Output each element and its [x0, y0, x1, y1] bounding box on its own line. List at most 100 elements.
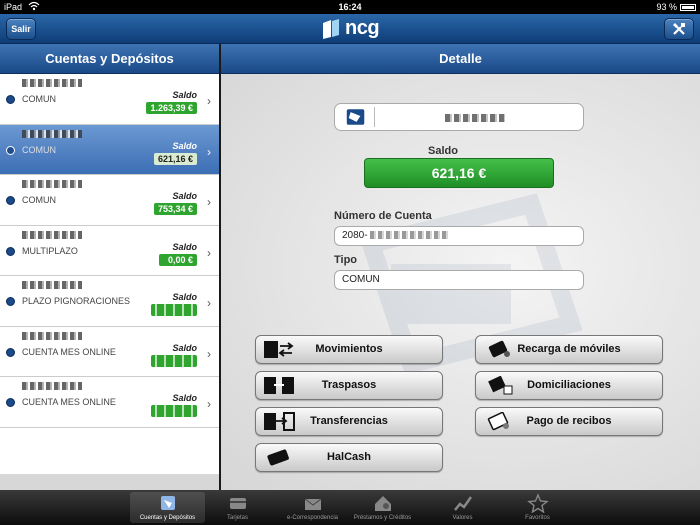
account-balance: 753,34 € [153, 203, 197, 215]
account-saldo-label: Saldo [172, 140, 197, 151]
battery-icon [680, 3, 696, 11]
account-row[interactable]: CUENTA MES ONLINE Saldo › [0, 377, 219, 428]
masked-account-name [22, 382, 82, 390]
account-bullet-icon [6, 297, 15, 306]
settings-button[interactable] [664, 18, 694, 40]
star-icon [526, 493, 549, 513]
sidebar-footer [0, 474, 219, 490]
masked-account-name [22, 230, 82, 239]
account-balance [151, 405, 197, 417]
domiciliaciones-button[interactable]: Domiciliaciones [475, 371, 663, 400]
tab-label: Préstamos y Créditos [353, 515, 412, 521]
account-row[interactable]: CUENTA MES ONLINE Saldo › [0, 326, 219, 377]
account-saldo-label: Saldo [172, 393, 197, 403]
account-bullet-icon [6, 145, 15, 155]
pago-recibos-button[interactable]: Pago de recibos [475, 407, 663, 436]
ncg-logo-icon [323, 18, 339, 39]
account-type: PLAZO PIGNORACIONES [22, 296, 131, 306]
accounts-sidebar: Cuentas y Depósitos COMUN Saldo 1.263,39 €… [0, 44, 219, 490]
account-list[interactable]: COMUN Saldo 1.263,39 € › COMUN Saldo 621,16 € ›… [0, 74, 219, 474]
bill-payment-icon [487, 412, 509, 431]
transferencias-label: Transferencias [310, 415, 388, 427]
cards-icon [229, 498, 246, 509]
movimientos-label: Movimientos [315, 343, 383, 355]
masked-account-name [22, 281, 82, 289]
domiciliaciones-label: Domiciliaciones [527, 379, 611, 391]
halcash-icon [267, 449, 289, 466]
account-type: CUENTA MES ONLINE [22, 346, 116, 357]
tab-label: Tarjetas [226, 515, 248, 521]
status-bar: iPad 16:24 93 % [0, 0, 700, 14]
saldo-value: 621,16 € [364, 158, 554, 188]
movements-icon [264, 341, 294, 358]
tipo-field: COMUN [334, 270, 584, 290]
chevron-right-icon: › [207, 346, 211, 361]
chevron-right-icon: › [207, 245, 211, 260]
account-type: COMUN [22, 195, 56, 205]
account-balance [151, 354, 197, 367]
recarga-moviles-button[interactable]: Recarga de móviles [475, 335, 663, 364]
sidebar-title: Cuentas y Depósitos [0, 44, 219, 74]
masked-account-name [22, 331, 82, 340]
house-icon [374, 496, 391, 511]
traspasos-label: Traspasos [321, 379, 377, 391]
account-number-label: Número de Cuenta [334, 210, 432, 222]
account-row[interactable]: COMUN Saldo 1.263,39 € › [0, 74, 219, 125]
masked-account-name [22, 129, 82, 138]
account-row[interactable]: COMUN Saldo 621,16 € › [0, 124, 219, 175]
tab-chart[interactable]: Valores [425, 492, 500, 523]
chevron-right-icon: › [207, 94, 211, 108]
tab-cards[interactable]: Tarjetas [200, 492, 275, 523]
tools-icon [673, 23, 685, 35]
account-type: CUENTA MES ONLINE [22, 397, 116, 407]
masked-account-name [22, 180, 82, 188]
detail-title: Detalle [221, 44, 700, 74]
account-bullet-icon [6, 95, 15, 104]
traspasos-button[interactable]: Traspasos [255, 371, 443, 400]
account-bullet-icon [6, 246, 15, 256]
account-balance: 1.263,39 € [146, 102, 197, 114]
chevron-right-icon: › [207, 397, 211, 411]
account-bullet-icon [6, 347, 15, 357]
exit-button[interactable]: Salir [6, 18, 36, 40]
account-bullet-icon [6, 196, 15, 205]
account-row[interactable]: MULTIPLAZO Saldo 0,00 € › [0, 225, 219, 276]
bank-card-icon [346, 107, 375, 127]
tipo-label: Tipo [334, 254, 358, 266]
tab-label: Favoritos [525, 515, 550, 521]
tab-bar: Cuentas y Depósitos Tarjetas e-Corresponde… [0, 490, 700, 525]
battery-percent: 93 % [656, 2, 677, 12]
account-balance [151, 304, 197, 316]
account-saldo-label: Saldo [172, 342, 197, 353]
direct-debit-icon [488, 376, 513, 395]
account-row[interactable]: COMUN Saldo 753,34 € › [0, 175, 219, 226]
saldo-label: Saldo [428, 145, 458, 157]
logo-text: ncg [345, 17, 380, 39]
account-row[interactable]: PLAZO PIGNORACIONES Saldo › [0, 276, 219, 327]
account-type: COMUN [22, 94, 56, 104]
tab-label: Cuentas y Depósitos [139, 515, 196, 521]
tab-label: Valores [452, 515, 473, 521]
halcash-button[interactable]: HalCash [255, 443, 443, 472]
mail-icon [304, 498, 321, 510]
brand-logo: ncg [320, 17, 380, 40]
accounts-icon [160, 496, 175, 510]
movimientos-button[interactable]: Movimientos [255, 335, 443, 364]
halcash-label: HalCash [326, 451, 372, 463]
transferencias-button[interactable]: Transferencias [255, 407, 443, 436]
account-balance: 0,00 € [159, 253, 197, 266]
account-saldo-label: Saldo [172, 241, 197, 252]
battery-indicator: 93 % [656, 0, 696, 14]
account-number-prefix: 2080- [342, 230, 368, 241]
account-number-masked [370, 231, 451, 240]
recarga-moviles-label: Recarga de móviles [517, 343, 621, 355]
chart-icon [453, 496, 472, 511]
clock: 16:24 [338, 2, 362, 12]
account-type: MULTIPLAZO [22, 245, 78, 256]
tab-accounts[interactable]: Cuentas y Depósitos [130, 492, 205, 523]
tab-house[interactable]: Préstamos y Créditos [345, 492, 420, 523]
mobile-topup-icon [488, 340, 510, 358]
tab-star[interactable]: Favoritos [500, 492, 575, 523]
detail-panel: Detalle Saldo 621,16 € Número de Cuenta … [221, 44, 700, 490]
tab-mail[interactable]: e-Correspondencia [275, 492, 350, 523]
